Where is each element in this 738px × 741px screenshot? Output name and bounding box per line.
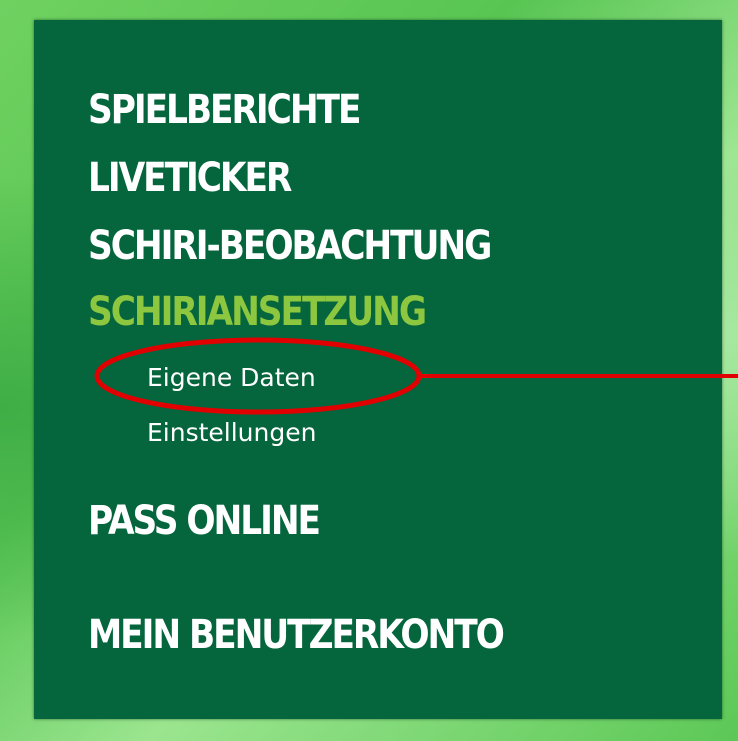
main-menu: SPIELBERICHTE LIVETICKER SCHIRI-BEOBACHT…	[34, 20, 722, 719]
menu-item-schiri-beobachtung[interactable]: SCHIRI-BEOBACHTUNG	[88, 226, 492, 266]
menu-item-spielberichte[interactable]: SPIELBERICHTE	[88, 90, 361, 130]
menu-item-pass-online[interactable]: PASS ONLINE	[88, 501, 321, 541]
menu-item-liveticker[interactable]: LIVETICKER	[88, 158, 292, 198]
menu-item-mein-benutzerkonto[interactable]: MEIN BENUTZERKONTO	[88, 615, 505, 655]
navigation-panel: SPIELBERICHTE LIVETICKER SCHIRI-BEOBACHT…	[34, 20, 722, 719]
green-frame: SPIELBERICHTE LIVETICKER SCHIRI-BEOBACHT…	[0, 0, 738, 741]
menu-item-schiriansetzung[interactable]: SCHIRIANSETZUNG	[88, 292, 427, 332]
submenu-item-einstellungen[interactable]: Einstellungen	[147, 420, 316, 445]
submenu-item-eigene-daten[interactable]: Eigene Daten	[147, 365, 316, 390]
